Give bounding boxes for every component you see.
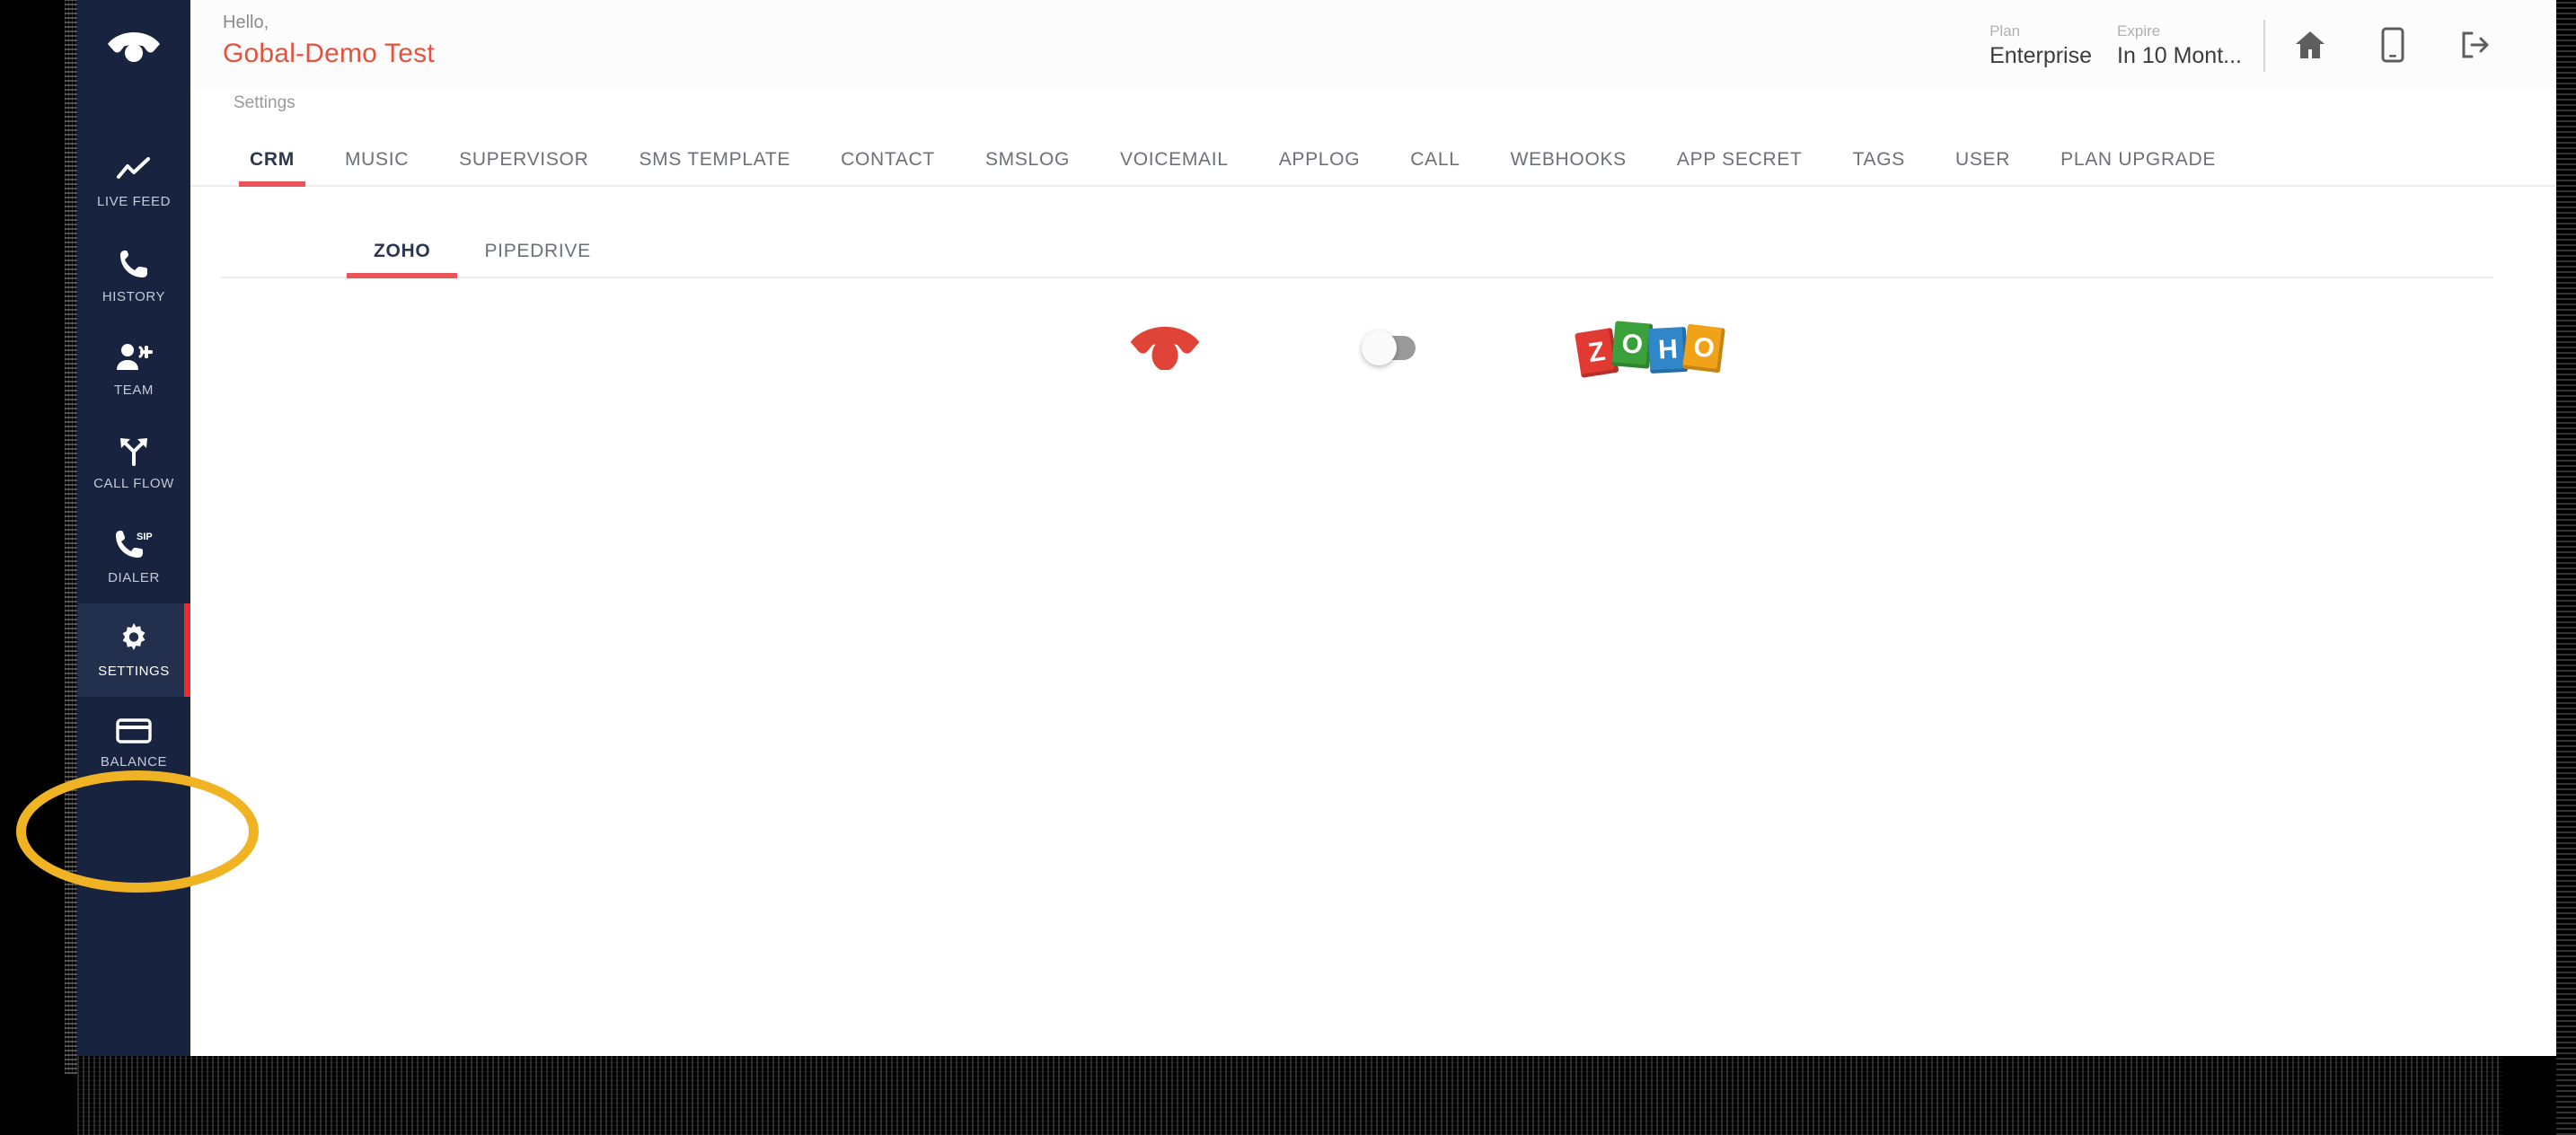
tab-plan-upgrade[interactable]: PLAN UPGRADE [2035,149,2241,185]
tab-voicemail[interactable]: VOICEMAIL [1095,149,1254,185]
credit-card-icon [116,717,152,744]
sidebar-item-balance[interactable]: BALANCE [77,697,190,790]
sidebar-item-label: CALL FLOW [93,476,174,491]
plan-value: Enterprise [1989,43,2093,69]
mobile-app-button[interactable] [2351,16,2434,75]
tab-smslog[interactable]: SMSLOG [960,149,1095,185]
greeting-block: Hello, Gobal-Demo Test [216,11,435,69]
home-button[interactable] [2269,16,2351,75]
sidebar-item-live-feed[interactable]: LIVE FEED [77,136,190,230]
window-frame: LIVE FEED HISTORY TEAM CALL FLOW SIP DIA… [0,0,2576,1135]
logout-button[interactable] [2434,16,2517,75]
header-right-group: Plan Enterprise Expire In 10 Mont... [1977,11,2517,75]
primary-tabbar: CRM MUSIC SUPERVISOR SMS TEMPLATE CONTAC… [190,128,2556,187]
content-area: ZOHO PIPEDRIVE Z O H O [190,187,2556,1056]
hangup-phone-icon [106,29,162,69]
plan-label: Plan [1989,22,2021,40]
zoho-letter-o2: O [1682,323,1725,373]
tab-crm[interactable]: CRM [225,149,320,187]
sidebar-item-label: DIALER [108,570,160,585]
tab-supervisor[interactable]: SUPERVISOR [434,149,613,185]
tab-contact[interactable]: CONTACT [816,149,960,185]
sidebar-item-label: TEAM [113,383,154,398]
mobile-icon [2381,27,2404,66]
sidebar-item-call-flow[interactable]: CALL FLOW [77,417,190,510]
brand-logo[interactable] [77,7,190,90]
sidebar-item-history[interactable]: HISTORY [77,230,190,323]
tab-webhooks[interactable]: WEBHOOKS [1486,149,1652,185]
tab-sms-template[interactable]: SMS TEMPLATE [613,149,816,185]
plan-info: Plan Enterprise [1977,21,2104,70]
zoho-letter-o1: O [1611,320,1654,369]
subtab-pipedrive[interactable]: PIPEDRIVE [457,241,617,277]
toggle-knob [1362,330,1397,365]
tab-music[interactable]: MUSIC [320,149,434,185]
call-split-icon [118,436,150,466]
top-header: Hello, Gobal-Demo Test Plan Enterprise E… [190,0,2556,90]
sidebar-nav: LIVE FEED HISTORY TEAM CALL FLOW SIP DIA… [77,0,190,1056]
sidebar-item-label: HISTORY [101,289,166,304]
sidebar-item-label: SETTINGS [98,664,170,679]
sidebar-item-label: LIVE FEED [96,194,172,209]
tab-applog[interactable]: APPLOG [1254,149,1386,185]
trending-line-icon [116,157,152,184]
tab-call[interactable]: CALL [1385,149,1485,185]
zoho-logo: Z O H O [1575,320,1725,378]
main-column: Hello, Gobal-Demo Test Plan Enterprise E… [190,0,2556,1056]
svg-text:SIP: SIP [137,532,153,542]
sidebar-item-settings[interactable]: SETTINGS [77,603,190,697]
account-name: Gobal-Demo Test [223,39,435,68]
left-edge-artifact [65,0,77,1074]
tab-tags[interactable]: TAGS [1828,149,1930,185]
right-edge-artifact [2556,0,2576,1135]
tab-user[interactable]: USER [1930,149,2035,185]
phone-icon [119,249,148,279]
logout-icon [2460,31,2491,62]
tab-app-secret[interactable]: APP SECRET [1652,149,1828,185]
sidebar-item-team[interactable]: TEAM [77,323,190,417]
expire-label: Expire [2117,22,2161,40]
sip-phone-icon: SIP [115,528,153,560]
greeting-hello: Hello, [223,13,269,32]
gear-icon [118,621,150,654]
sidebar-item-label: BALANCE [100,754,168,770]
subtab-zoho[interactable]: ZOHO [347,241,458,278]
bottom-edge-artifact [77,1056,2502,1135]
expire-value: In 10 Mont... [2117,43,2242,69]
person-add-icon [115,342,153,373]
hangup-phone-icon [1128,321,1202,374]
home-icon [2294,30,2326,63]
crm-subtabbar: ZOHO PIPEDRIVE [221,208,2493,278]
application-window: LIVE FEED HISTORY TEAM CALL FLOW SIP DIA… [77,0,2556,1056]
sidebar-item-dialer[interactable]: SIP DIALER [77,510,190,603]
zoho-enable-toggle[interactable] [1362,330,1416,365]
breadcrumb: Settings [234,93,296,112]
header-divider [2263,20,2265,72]
zoho-integration-row: Z O H O [221,278,2493,378]
expire-info: Expire In 10 Mont... [2104,21,2254,70]
